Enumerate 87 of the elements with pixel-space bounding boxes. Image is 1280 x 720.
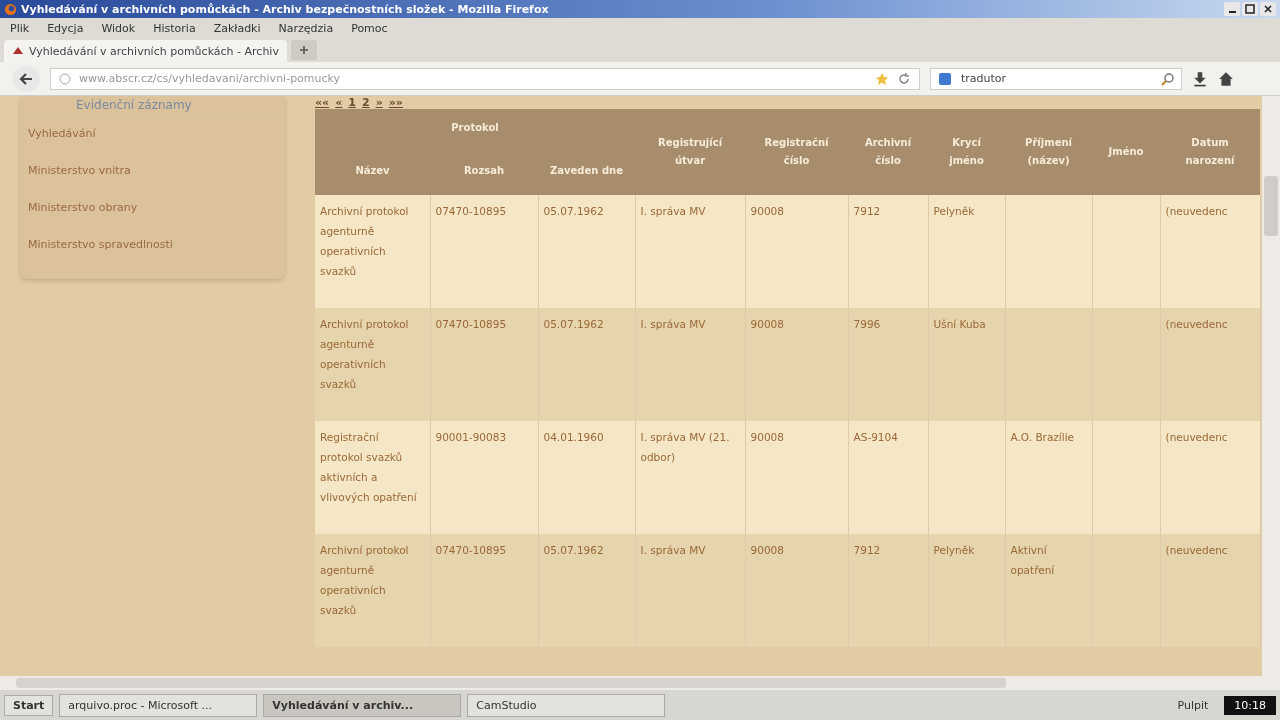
pagination-link[interactable]: 2 <box>362 96 370 109</box>
table-cell: I. správa MV <box>640 205 706 217</box>
table-cell: AS-9104 <box>853 431 898 443</box>
table-cell: 07470-10895 <box>435 544 507 556</box>
menu-item[interactable]: Zakładki <box>213 21 261 35</box>
table-cell: 90008 <box>750 205 784 217</box>
table-cell: I. správa MV <box>640 318 706 330</box>
table-cell: 05.07.1962 <box>543 544 604 556</box>
column-group-header: Protokol <box>315 109 636 147</box>
menu-item[interactable]: Plik <box>10 21 30 35</box>
column-header: Registrující útvar <box>635 109 746 195</box>
column-header: Registrační číslo <box>745 109 849 195</box>
table-cell: 7996 <box>853 318 881 330</box>
column-header: Jméno <box>1092 109 1161 195</box>
pagination-link[interactable]: »» <box>388 96 403 109</box>
taskbar-button[interactable]: arquivo.proc - Microsoft ... <box>59 693 258 717</box>
table-cell: Archivní protokol agenturně operativních svazků <box>320 318 409 390</box>
table-cell: A.O. Brazílie <box>1010 431 1075 443</box>
table-cell: 7912 <box>853 205 881 217</box>
horizontal-scrollbar[interactable] <box>0 676 1280 690</box>
pagination-link[interactable]: 1 <box>348 96 356 109</box>
star-icon[interactable] <box>875 71 889 86</box>
table-cell: 7912 <box>853 544 881 556</box>
table-cell: I. správa MV (21. odbor) <box>640 431 730 463</box>
back-button[interactable] <box>12 65 40 92</box>
table-cell: 90008 <box>750 318 784 330</box>
search-field[interactable]: tradutor <box>930 67 1182 90</box>
menu-item[interactable]: Pomoc <box>351 21 388 35</box>
column-header: Název <box>315 147 430 195</box>
table-cell: 07470-10895 <box>435 205 507 217</box>
maximize-button[interactable] <box>1242 2 1258 16</box>
search-engine-icon[interactable] <box>937 71 953 86</box>
column-header: Archivní číslo <box>848 109 929 195</box>
table-cell: (neuvedenc <box>1165 544 1228 556</box>
plus-icon <box>298 45 309 55</box>
browser-tab[interactable]: Vyhledávání v archivních pomůckách - Archiv <box>4 40 287 62</box>
close-icon <box>1263 4 1273 14</box>
minimize-icon <box>1228 11 1236 13</box>
pagination-link[interactable]: «« <box>315 96 330 109</box>
window-title: Vyhledávání v archivních pomůckách - Archiv bezpečnostních složek - Mozilla Firefox <box>21 2 550 16</box>
clock: 10:18 <box>1224 695 1276 715</box>
table-cell: 07470-10895 <box>435 318 507 330</box>
table-cell: Registrační protokol svazků aktivních a vlivových opatření <box>320 431 417 503</box>
taskbar-button[interactable]: CamStudio <box>467 693 666 717</box>
taskbar-button[interactable]: Vyhledávání v archiv... <box>263 693 462 717</box>
start-button[interactable]: Start <box>4 694 54 716</box>
table-cell: Pelyněk <box>933 205 975 217</box>
menu-item[interactable]: Edycja <box>47 21 84 35</box>
table-cell: 90008 <box>750 544 784 556</box>
menu-item[interactable]: Historia <box>153 21 196 35</box>
table-cell: Archivní protokol agenturně operativních svazků <box>320 205 409 277</box>
maximize-icon <box>1245 4 1255 14</box>
pagination-link[interactable]: » <box>375 96 383 109</box>
menu-item[interactable]: Narzędzia <box>278 21 334 35</box>
column-header: Zaveden dne <box>538 147 636 195</box>
table-cell: Pelyněk <box>933 544 975 556</box>
reload-icon[interactable] <box>897 71 911 86</box>
close-button[interactable] <box>1260 2 1276 16</box>
table-cell: (neuvedenc <box>1165 318 1228 330</box>
table-cell: 90001-90083 <box>435 431 507 443</box>
column-header: Příjmení (název) <box>1005 109 1093 195</box>
new-tab-button[interactable] <box>290 40 317 60</box>
table-cell: Ušní Kuba <box>933 318 986 330</box>
pagination-link[interactable]: « <box>335 96 343 109</box>
table-cell: 04.01.1960 <box>543 431 604 443</box>
table-cell: 05.07.1962 <box>543 205 604 217</box>
column-header: Krycí jméno <box>928 109 1006 195</box>
column-header: Datum narození <box>1160 109 1261 195</box>
minimize-button[interactable] <box>1224 2 1240 16</box>
table-cell: 05.07.1962 <box>543 318 604 330</box>
download-icon[interactable] <box>1192 70 1208 87</box>
table-cell: (neuvedenc <box>1165 205 1228 217</box>
column-header: Rozsah <box>430 147 538 195</box>
table-cell: 90008 <box>750 431 784 443</box>
table-cell: Archivní protokol agenturně operativních svazků <box>320 544 409 616</box>
back-arrow-icon <box>18 70 34 87</box>
home-icon[interactable] <box>1218 70 1234 87</box>
page-icon <box>12 45 24 57</box>
table-cell: I. správa MV <box>640 544 706 556</box>
table-cell: Aktivní opatření <box>1010 544 1055 576</box>
vertical-scrollbar[interactable] <box>1262 96 1280 676</box>
sidebar-heading: Evidenční záznamy <box>28 96 277 117</box>
table-cell: (neuvedenc <box>1165 431 1228 443</box>
desktop-toolbar-label: Pulpit <box>1176 698 1210 712</box>
search-icon[interactable] <box>1161 71 1175 86</box>
browser-icon <box>4 2 17 16</box>
menu-item[interactable]: Widok <box>101 21 136 35</box>
